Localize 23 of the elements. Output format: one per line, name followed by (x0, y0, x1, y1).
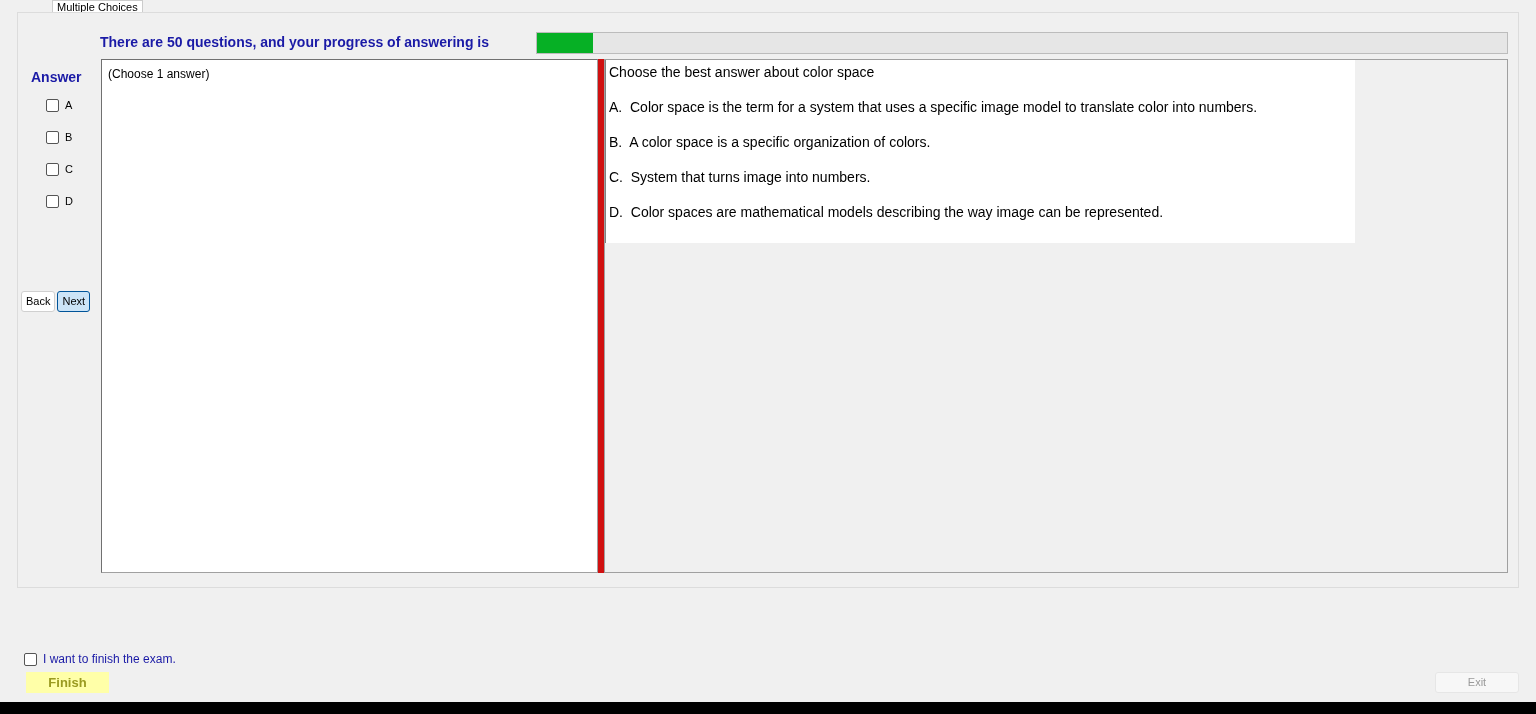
back-button[interactable]: Back (21, 291, 56, 312)
answer-box[interactable]: (Choose 1 answer) (101, 59, 598, 573)
finish-confirm-label: I want to finish the exam. (43, 651, 176, 668)
checkbox[interactable] (46, 131, 59, 144)
checkbox[interactable] (24, 652, 37, 666)
choice-text: A. Color space is the term for a system that uses a specific image model to translate color into numbers. (609, 98, 1259, 117)
answer-hint: (Choose 1 answer) (108, 67, 210, 81)
question-text: Choose the best answer about color space (609, 63, 876, 82)
checkbox[interactable] (46, 99, 59, 112)
option-label: D (65, 194, 73, 210)
exit-button: Exit (1435, 672, 1519, 693)
answer-label: Answer (30, 68, 83, 87)
choice-text: B. A color space is a specific organization of colors. (609, 133, 932, 152)
option-label: C (65, 162, 73, 178)
option-label: B (65, 130, 73, 146)
choice-text: C. System that turns image into numbers. (609, 168, 872, 187)
next-button[interactable]: Next (57, 291, 91, 312)
choice-text: D. Color spaces are mathematical models describing the way image can be represented. (609, 203, 1165, 222)
checkbox[interactable] (46, 195, 59, 208)
option-label: A (65, 98, 73, 114)
checkbox[interactable] (46, 163, 59, 176)
tab[interactable]: Multiple Choices (52, 0, 143, 12)
progress-caption: There are 50 questions, and your progress of answering is (100, 33, 490, 52)
